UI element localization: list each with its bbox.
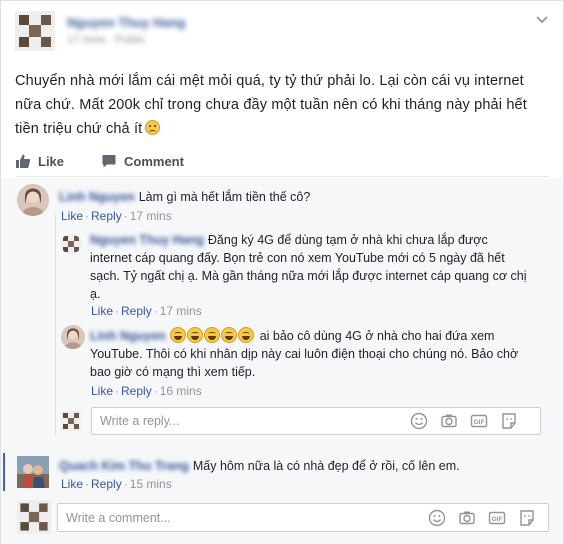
post-text: Chuyển nhà mới lắm cái mệt mỏi quá, ty t…	[15, 69, 551, 141]
comment-bubble-icon	[102, 155, 116, 168]
commenter-avatar[interactable]	[17, 456, 49, 488]
reply-actions: Like · Reply · 17 mins	[91, 304, 202, 318]
comment-like-link[interactable]: Like	[61, 209, 83, 223]
comment-reply-link[interactable]: Reply	[91, 209, 122, 223]
reply-input[interactable]	[100, 408, 350, 434]
comment-input-box: GIF	[57, 503, 549, 532]
reply-body: Nguyen Thuy Hang Đăng ký 4G để dùng tạm ở…	[90, 231, 530, 303]
svg-text:GIF: GIF	[492, 516, 503, 523]
reply-avatar[interactable]	[61, 234, 81, 254]
camera-icon[interactable]	[458, 509, 476, 527]
comment-input[interactable]	[66, 504, 316, 531]
like-button-label: Like	[38, 153, 65, 169]
reply-thread-line	[55, 214, 56, 436]
comment-actions: Like · Reply · 17 mins	[61, 209, 172, 223]
emoji-icon[interactable]	[428, 509, 446, 527]
emoji-icon[interactable]	[410, 412, 428, 430]
svg-text:GIF: GIF	[474, 419, 485, 426]
comment-highlight-bar	[3, 453, 5, 491]
comment-like-link[interactable]: Like	[61, 477, 83, 491]
comment-reply-link[interactable]: Reply	[91, 477, 122, 491]
comment-button-label: Comment	[124, 153, 184, 169]
comment-text: Làm gì mà hết lắm tiền thế cô?	[138, 190, 311, 204]
comment-button[interactable]: Comment	[101, 153, 184, 169]
commenter-name[interactable]: Linh Nguyen	[59, 190, 135, 204]
thumbs-up-icon	[16, 154, 31, 168]
comment-body: Quach Kim Thu Trang Mấy hôm nữa là có nhà…	[59, 457, 539, 475]
comment-text: Mấy hôm nữa là có nhà đẹp để ở rồi, cố l…	[192, 459, 460, 473]
current-user-avatar	[61, 411, 81, 431]
reply-author-name[interactable]: Nguyen Thuy Hang	[90, 233, 204, 247]
gif-icon[interactable]: GIF	[488, 509, 506, 527]
comment-time[interactable]: 15 mins	[130, 477, 172, 491]
reply-like-link[interactable]: Like	[91, 384, 113, 398]
post-card: Nguyen Thuy Hang 17 mins · Public Chuyển…	[0, 0, 564, 544]
comment-actions: Like · Reply · 15 mins	[61, 477, 172, 491]
commenter-avatar[interactable]	[17, 184, 49, 216]
like-button[interactable]: Like	[15, 153, 64, 169]
reply-body: Linh Nguyen ai bảo cô dùng 4G ở nhà cho h…	[90, 327, 530, 381]
reply-author-name[interactable]: Linh Nguyen	[90, 329, 166, 343]
commenter-name[interactable]: Quach Kim Thu Trang	[59, 459, 189, 473]
comment-body: Linh Nguyen Làm gì mà hết lắm tiền thế cô…	[59, 188, 539, 206]
reply-input-box: GIF	[91, 407, 541, 435]
laughing-emoji-icon	[203, 327, 220, 343]
laughing-emoji-icon	[237, 327, 254, 343]
sad-emoji-icon	[145, 120, 161, 135]
sticker-icon[interactable]	[518, 509, 536, 527]
post-text-content: Chuyển nhà mới lắm cái mệt mỏi quá, ty t…	[15, 73, 527, 137]
reply-reply-link[interactable]: Reply	[121, 304, 152, 318]
sticker-icon[interactable]	[500, 412, 518, 430]
comment-time[interactable]: 17 mins	[130, 209, 172, 223]
post-timestamp[interactable]: 17 mins · Public	[67, 34, 145, 46]
reply-like-link[interactable]: Like	[91, 304, 113, 318]
reply-avatar[interactable]	[61, 325, 85, 349]
post-action-bar: Like Comment	[15, 147, 549, 177]
reply-time[interactable]: 17 mins	[160, 304, 202, 318]
reply-reply-link[interactable]: Reply	[121, 384, 152, 398]
laughing-emoji-icon	[220, 327, 237, 343]
author-name[interactable]: Nguyen Thuy Hang	[67, 15, 185, 30]
gif-icon[interactable]: GIF	[470, 412, 488, 430]
author-avatar[interactable]	[15, 11, 55, 51]
laughing-emoji-icon	[186, 327, 203, 343]
current-user-avatar	[17, 500, 51, 534]
reply-time[interactable]: 16 mins	[160, 384, 202, 398]
reply-actions: Like · Reply · 16 mins	[91, 384, 202, 398]
laughing-emoji-icon	[169, 327, 186, 343]
chevron-down-icon[interactable]	[535, 13, 549, 27]
camera-icon[interactable]	[440, 412, 458, 430]
